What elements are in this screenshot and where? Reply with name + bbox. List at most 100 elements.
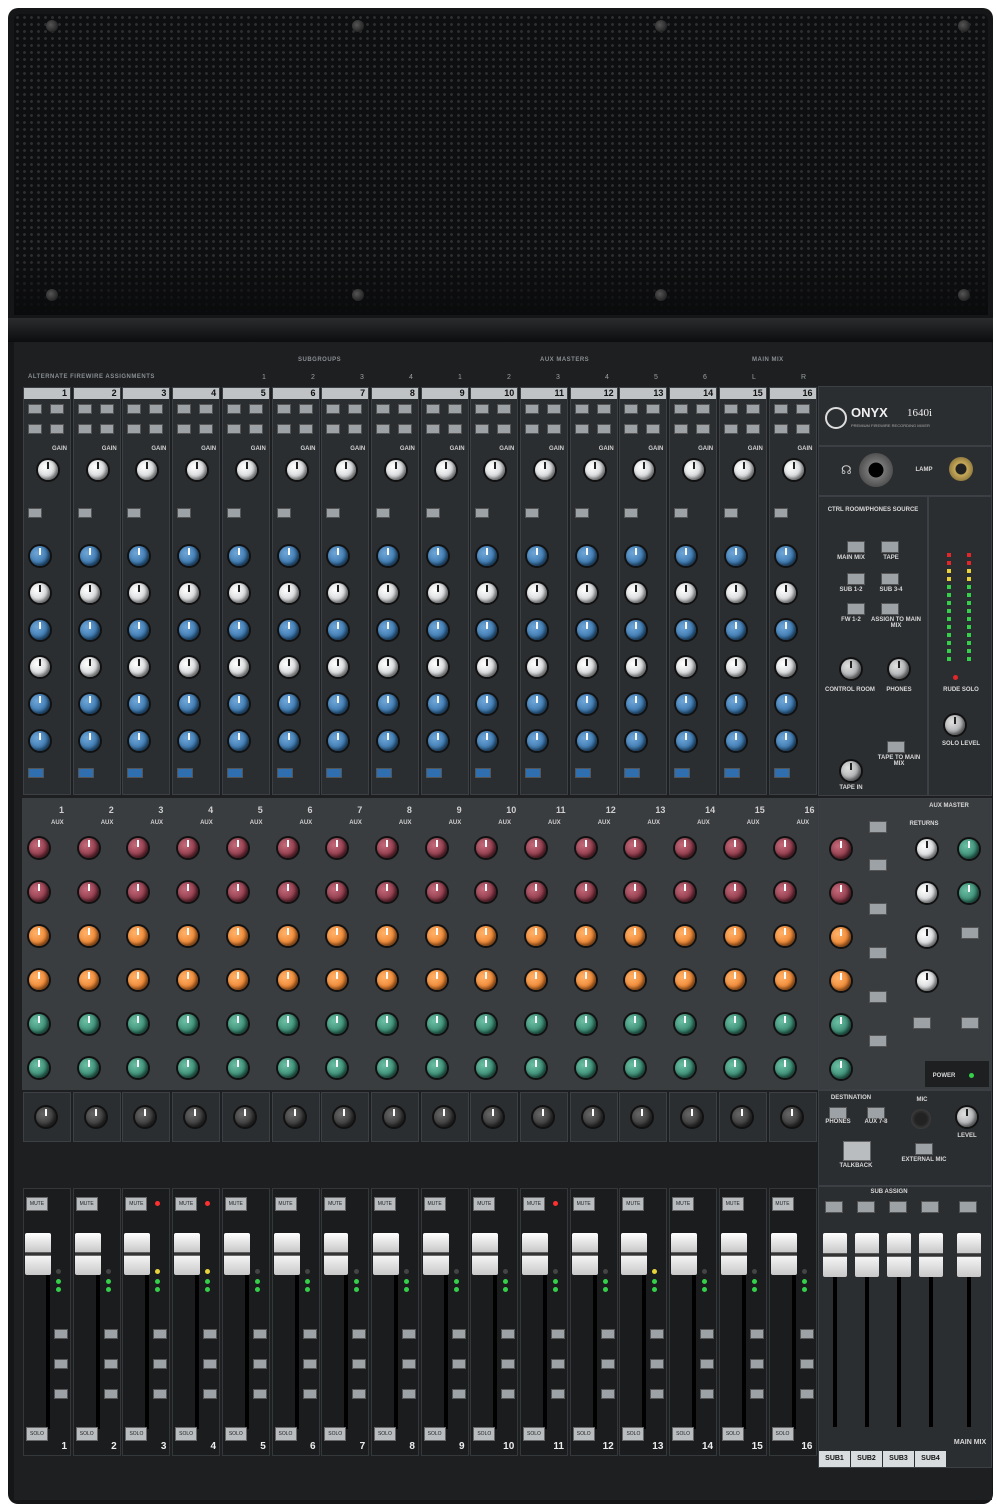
polarity-button[interactable]: [177, 424, 192, 434]
assign-main-button[interactable]: [881, 603, 899, 615]
main-assign-button[interactable]: [451, 1389, 466, 1399]
channel-fader[interactable]: [472, 1233, 499, 1275]
mute-button[interactable]: MUTE: [473, 1197, 496, 1211]
gain-knob[interactable]: [87, 460, 108, 480]
aux1-master-knob[interactable]: [831, 839, 851, 859]
phantom-button[interactable]: [50, 404, 64, 414]
return-assign-button[interactable]: [913, 1017, 931, 1029]
eq-knob[interactable]: [576, 694, 597, 714]
channel-fader[interactable]: [174, 1233, 201, 1275]
aux-send-knob[interactable]: [774, 1014, 795, 1034]
line-select-button[interactable]: [99, 424, 114, 434]
mute-button[interactable]: MUTE: [572, 1197, 595, 1211]
low-cut-button[interactable]: [475, 404, 490, 414]
eq-knob[interactable]: [377, 583, 398, 603]
mute-button[interactable]: MUTE: [175, 1197, 198, 1211]
eq-knob[interactable]: [626, 694, 647, 714]
eq-knob[interactable]: [79, 546, 100, 566]
eq-knob[interactable]: [278, 620, 299, 640]
eq-knob[interactable]: [30, 583, 50, 603]
eq-knob[interactable]: [676, 546, 697, 566]
eq-knob[interactable]: [427, 546, 448, 566]
pan-knob[interactable]: [433, 1107, 454, 1127]
channel-fader[interactable]: [621, 1233, 648, 1275]
eq-knob[interactable]: [228, 546, 249, 566]
line-select-button[interactable]: [199, 424, 214, 434]
hi-z-button[interactable]: [177, 508, 192, 518]
pan-knob[interactable]: [483, 1107, 504, 1127]
eq-knob[interactable]: [626, 546, 647, 566]
aux-solo-button[interactable]: [869, 1035, 887, 1047]
aux-send-knob[interactable]: [575, 1014, 596, 1034]
hi-z-button[interactable]: [624, 508, 639, 518]
main-assign-button[interactable]: [54, 1389, 68, 1399]
channel-fader[interactable]: [422, 1233, 449, 1275]
eq-knob[interactable]: [527, 694, 547, 714]
hi-z-button[interactable]: [375, 508, 390, 518]
main-assign-button[interactable]: [153, 1389, 168, 1399]
aux-send-knob[interactable]: [178, 838, 199, 858]
pan-knob[interactable]: [85, 1107, 106, 1127]
return4-knob[interactable]: [917, 971, 937, 991]
return-assign-button[interactable]: [961, 1017, 979, 1029]
pan-knob[interactable]: [383, 1107, 404, 1127]
eq-knob[interactable]: [725, 731, 746, 751]
sub-assign-button[interactable]: [54, 1359, 68, 1369]
sub-assign-button[interactable]: [700, 1329, 715, 1339]
mute-button[interactable]: MUTE: [274, 1197, 297, 1211]
eq-knob[interactable]: [79, 620, 100, 640]
sub-assign-button[interactable]: [252, 1359, 267, 1369]
eq-knob[interactable]: [775, 694, 796, 714]
phantom-button[interactable]: [646, 404, 661, 414]
aux-send-knob[interactable]: [724, 926, 745, 946]
sub-assign-button[interactable]: [401, 1329, 416, 1339]
aux-send-knob[interactable]: [277, 838, 298, 858]
sub-assign-button[interactable]: [959, 1201, 977, 1213]
eq-knob[interactable]: [278, 731, 299, 751]
solo-button[interactable]: SOLO: [26, 1427, 48, 1441]
sub-assign-button[interactable]: [650, 1329, 665, 1339]
eq-knob[interactable]: [725, 657, 746, 677]
phantom-button[interactable]: [696, 404, 711, 414]
sub-assign-button[interactable]: [551, 1359, 565, 1369]
mute-button[interactable]: MUTE: [26, 1197, 48, 1211]
sub-fader[interactable]: [957, 1233, 981, 1277]
solo-button[interactable]: SOLO: [423, 1427, 446, 1441]
solo-button[interactable]: SOLO: [324, 1427, 347, 1441]
sub-assign-button[interactable]: [203, 1329, 218, 1339]
solo-button[interactable]: SOLO: [771, 1427, 794, 1441]
eq-button[interactable]: [674, 768, 691, 778]
control-room-knob[interactable]: [841, 659, 861, 679]
eq-knob[interactable]: [179, 731, 200, 751]
aux-solo-button[interactable]: [869, 991, 887, 1003]
channel-fader[interactable]: [671, 1233, 698, 1275]
eq-knob[interactable]: [427, 694, 448, 714]
eq-knob[interactable]: [377, 731, 398, 751]
pan-knob[interactable]: [36, 1107, 56, 1127]
eq-knob[interactable]: [725, 546, 746, 566]
channel-fader[interactable]: [124, 1233, 151, 1275]
main-assign-button[interactable]: [352, 1389, 367, 1399]
eq-knob[interactable]: [377, 694, 398, 714]
eq-knob[interactable]: [79, 583, 100, 603]
eq-knob[interactable]: [129, 731, 150, 751]
line-select-button[interactable]: [795, 424, 810, 434]
mute-button[interactable]: MUTE: [423, 1197, 446, 1211]
hi-z-button[interactable]: [773, 508, 788, 518]
sub-assign-button[interactable]: [153, 1359, 168, 1369]
eq-knob[interactable]: [179, 583, 200, 603]
eq-knob[interactable]: [527, 546, 547, 566]
pan-knob[interactable]: [731, 1107, 752, 1127]
sub-assign-button[interactable]: [54, 1329, 68, 1339]
aux6-master-knob[interactable]: [831, 1059, 851, 1079]
eq-knob[interactable]: [278, 657, 299, 677]
aux-send-knob[interactable]: [227, 838, 248, 858]
eq-knob[interactable]: [775, 657, 796, 677]
low-cut-button[interactable]: [574, 404, 589, 414]
channel-fader[interactable]: [770, 1233, 797, 1275]
aux-send-knob[interactable]: [675, 882, 696, 902]
mute-button[interactable]: MUTE: [224, 1197, 247, 1211]
main-assign-button[interactable]: [700, 1389, 715, 1399]
low-cut-button[interactable]: [28, 404, 42, 414]
polarity-button[interactable]: [624, 424, 639, 434]
